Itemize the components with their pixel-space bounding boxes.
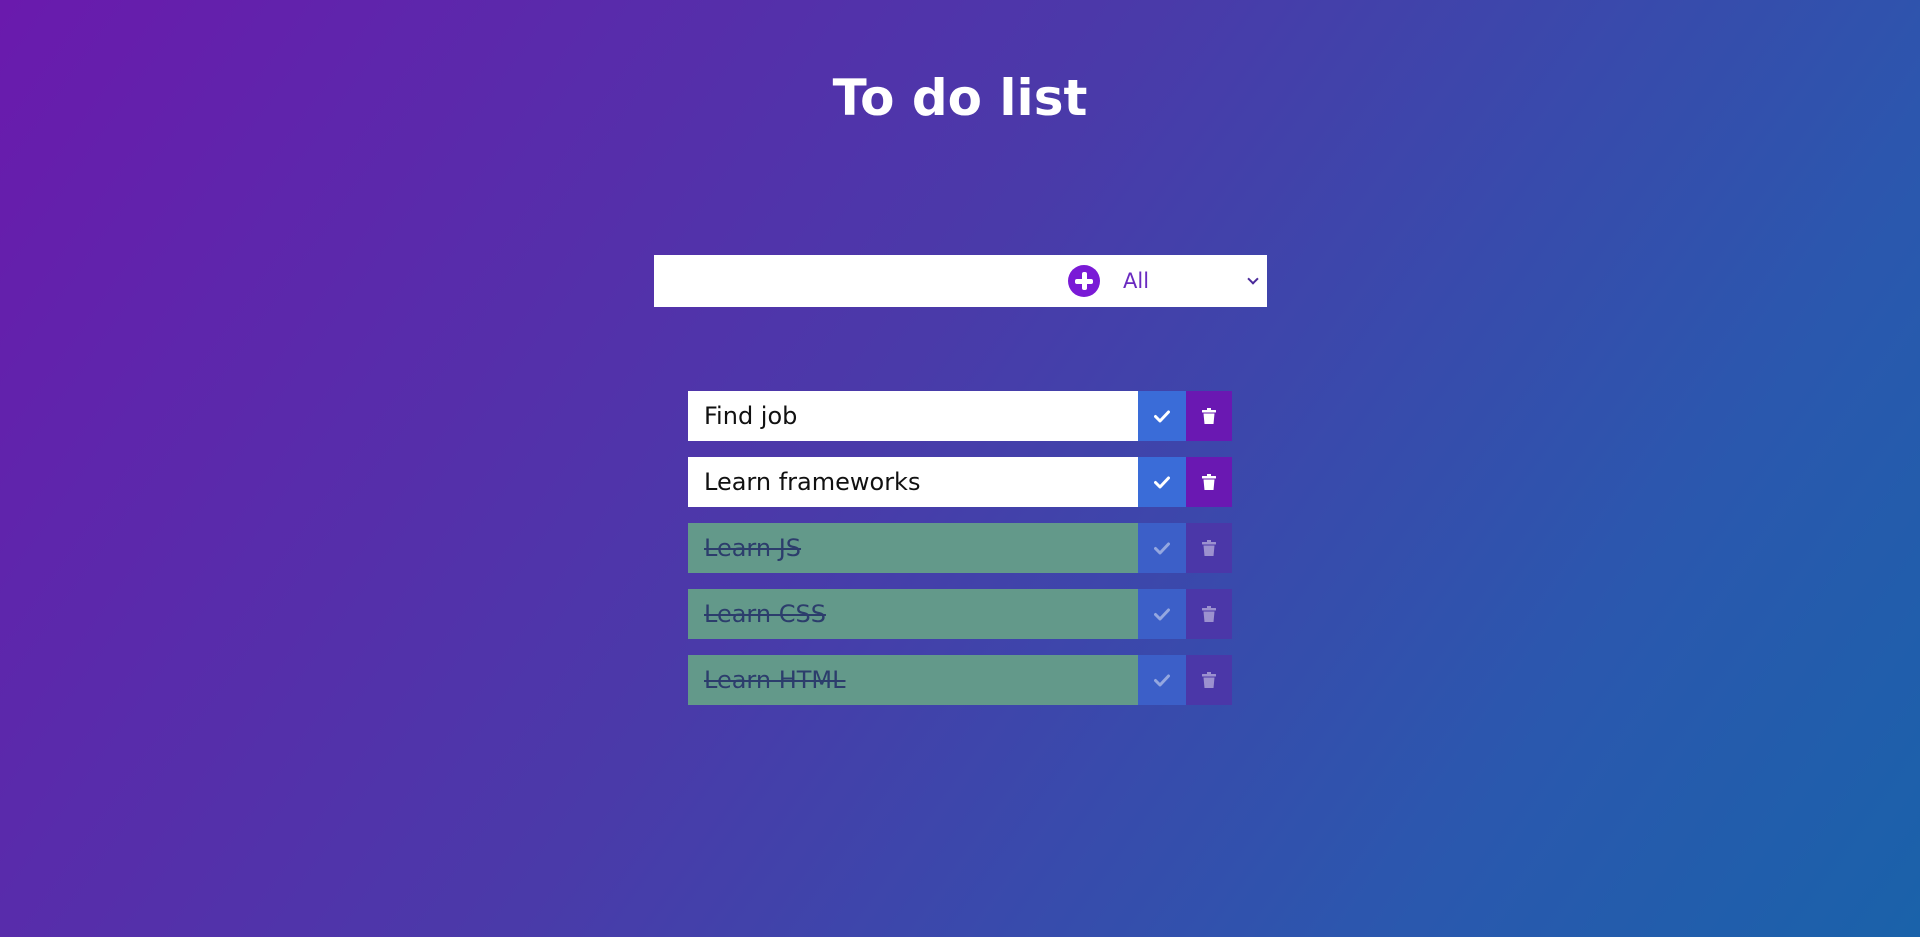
filter-select[interactable]: All <box>1123 255 1263 307</box>
todo-text: Learn HTML <box>688 655 1138 705</box>
complete-button[interactable] <box>1138 655 1186 705</box>
todo-item-completed: Learn HTML <box>688 655 1232 705</box>
todo-item-completed: Learn CSS <box>688 589 1232 639</box>
trash-icon <box>1202 408 1216 424</box>
delete-button[interactable] <box>1186 391 1232 441</box>
todo-text: Learn JS <box>688 523 1138 573</box>
todo-input[interactable] <box>654 255 1058 307</box>
complete-button[interactable] <box>1138 523 1186 573</box>
check-icon <box>1154 542 1170 555</box>
todo-item: Learn frameworks <box>688 457 1232 507</box>
trash-icon <box>1202 672 1216 688</box>
complete-button[interactable] <box>1138 589 1186 639</box>
check-icon <box>1154 410 1170 423</box>
check-icon <box>1154 476 1170 489</box>
trash-icon <box>1202 540 1216 556</box>
todo-text: Find job <box>688 391 1138 441</box>
complete-button[interactable] <box>1138 391 1186 441</box>
complete-button[interactable] <box>1138 457 1186 507</box>
todo-item-completed: Learn JS <box>688 523 1232 573</box>
delete-button[interactable] <box>1186 655 1232 705</box>
todo-text: Learn frameworks <box>688 457 1138 507</box>
check-icon <box>1154 608 1170 621</box>
delete-button[interactable] <box>1186 457 1232 507</box>
filter-selected-value: All <box>1123 269 1150 293</box>
page-title: To do list <box>832 69 1088 127</box>
trash-icon <box>1202 606 1216 622</box>
add-todo-button[interactable] <box>1068 265 1100 297</box>
delete-button[interactable] <box>1186 523 1232 573</box>
check-icon <box>1154 674 1170 687</box>
todo-form: All <box>654 255 1267 307</box>
todo-list: Find job Learn frameworks Learn JS Learn… <box>688 391 1232 721</box>
todo-item: Find job <box>688 391 1232 441</box>
chevron-down-icon <box>1247 273 1259 285</box>
delete-button[interactable] <box>1186 589 1232 639</box>
trash-icon <box>1202 474 1216 490</box>
todo-text: Learn CSS <box>688 589 1138 639</box>
